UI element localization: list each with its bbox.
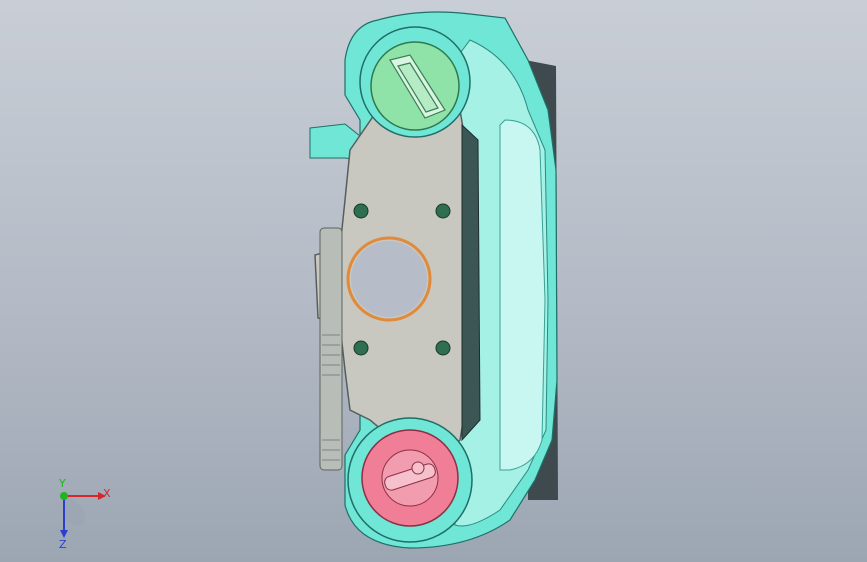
mounting-hole[interactable] [353,203,369,219]
mounting-hole[interactable] [353,340,369,356]
y-axis-origin-icon [60,492,68,500]
guide-pin [319,227,343,471]
z-axis-label: Z [59,538,67,551]
bracket-recess [461,123,481,442]
bottom-cap-dimple [411,461,425,475]
triad-shadow [64,496,86,525]
housing-window [499,119,546,471]
z-axis-arrow-icon [60,530,68,538]
coordinate-triad[interactable]: X Y Z [40,476,130,556]
y-axis-label: Y [58,477,66,490]
center-bore [351,241,427,317]
mounting-hole[interactable] [435,340,451,356]
x-axis-label: X [103,487,111,500]
mounting-hole[interactable] [435,203,451,219]
cad-3d-viewport[interactable] [0,0,867,562]
caliper-model[interactable] [309,11,558,549]
